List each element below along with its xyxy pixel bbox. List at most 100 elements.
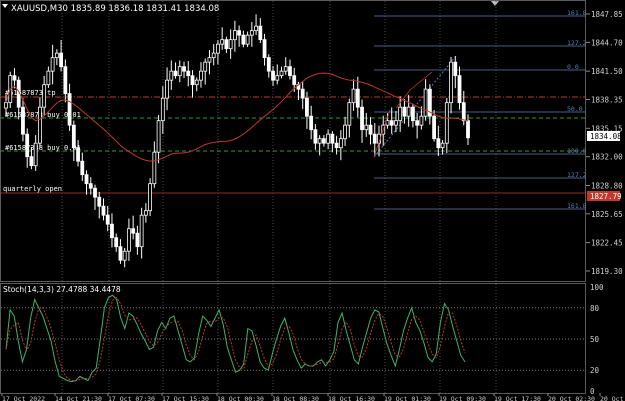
- bear-candle: [88, 183, 93, 189]
- main-chart-frame: [0, 0, 586, 282]
- time-label: 19 Oct 17:30: [494, 395, 541, 401]
- bear-candle: [118, 246, 123, 261]
- bear-candle: [29, 156, 34, 167]
- bull-candle: [423, 88, 428, 117]
- stoch-axis: 1008050200: [590, 283, 604, 396]
- bear-candle: [271, 70, 275, 81]
- bull-candle: [165, 79, 169, 99]
- bear-candle: [258, 25, 263, 41]
- bear-candle: [266, 57, 271, 72]
- bull-candle: [207, 57, 212, 63]
- candlestick-series: [4, 14, 470, 268]
- bull-candle: [199, 70, 203, 81]
- order-label: #61587873 tp: [5, 89, 56, 97]
- bear-candle: [288, 66, 292, 77]
- bull-candle: [148, 183, 153, 212]
- stoch-level-lines: [1, 307, 586, 371]
- bull-candle: [194, 79, 199, 86]
- bear-candle: [360, 106, 364, 131]
- time-label: 18 Oct 00:30: [217, 395, 264, 401]
- bear-candle: [241, 34, 246, 45]
- stoch-level-label: 80: [590, 304, 600, 313]
- bull-candle: [203, 61, 208, 72]
- bear-candle: [190, 75, 195, 86]
- bear-candle: [457, 75, 462, 104]
- fib-level-label: 161.8: [567, 9, 587, 17]
- bull-candle: [364, 124, 369, 131]
- bull-candle: [232, 30, 237, 41]
- bear-candle: [101, 205, 106, 216]
- chart-shift-marker-icon[interactable]: [491, 1, 499, 6]
- time-label: 20 Oct 02:30: [548, 395, 595, 401]
- bear-candle: [237, 30, 242, 36]
- price-label: 1847.85: [591, 10, 623, 19]
- bear-candle: [372, 133, 377, 144]
- time-label: 17 Oct 07:30: [108, 395, 155, 401]
- price-label: 1841.50: [591, 67, 623, 76]
- bear-candle: [368, 124, 373, 135]
- bull-candle: [127, 228, 131, 252]
- bull-candle: [220, 39, 225, 45]
- time-label: 18 Oct 16:30: [328, 395, 375, 401]
- bear-candle: [453, 61, 458, 77]
- bull-candle: [394, 120, 398, 126]
- bull-candle: [254, 25, 258, 32]
- bull-candle: [317, 138, 322, 144]
- bull-candle: [143, 210, 148, 216]
- bull-candle: [152, 151, 157, 185]
- time-label: 19 Oct 01:30: [384, 395, 431, 401]
- bull-candle: [46, 70, 51, 86]
- fib-level-label: 127.2: [567, 39, 587, 47]
- bear-candle: [186, 70, 191, 77]
- bull-candle: [275, 75, 280, 81]
- price-label: 1844.70: [591, 38, 623, 47]
- bull-candle: [351, 88, 356, 104]
- fib-level-label: 127.2: [567, 171, 587, 179]
- bear-candle: [63, 66, 68, 95]
- bull-candle: [54, 52, 59, 59]
- bear-candle: [25, 133, 30, 158]
- bull-candle: [249, 30, 254, 36]
- bull-candle: [326, 133, 331, 144]
- price-label: 1822.45: [591, 239, 623, 248]
- price-label: 1825.65: [591, 210, 623, 219]
- bear-candle: [93, 187, 97, 198]
- trend-line: [373, 109, 391, 158]
- bear-candle: [84, 174, 89, 185]
- bear-candle: [355, 88, 360, 108]
- bull-candle: [177, 66, 182, 77]
- time-label: 17 Oct 15:30: [162, 395, 209, 401]
- bull-candle: [347, 102, 352, 126]
- bull-candle: [216, 43, 220, 54]
- bull-candle: [38, 106, 42, 144]
- quarterly-open-label: quarterly open: [3, 185, 62, 193]
- bear-candle: [105, 214, 110, 225]
- bear-candle: [97, 196, 102, 207]
- trading-chart[interactable]: XAUUSD,M30 1835.89 1836.18 1831.41 1834.…: [0, 0, 625, 401]
- bear-candle: [461, 102, 466, 122]
- bear-candle: [313, 129, 318, 144]
- time-label: 19 Oct 09:30: [439, 395, 486, 401]
- bear-candle: [224, 39, 229, 50]
- bull-candle: [440, 142, 445, 149]
- marker-price-label: 1827.79: [590, 192, 622, 201]
- dropdown-triangle-icon[interactable]: [2, 4, 8, 8]
- bear-candle: [110, 223, 114, 239]
- current-price-tag: 1834.08: [587, 131, 622, 141]
- bull-candle: [33, 142, 38, 167]
- time-label: 14 Oct 21:30: [55, 395, 102, 401]
- bear-candle: [80, 160, 85, 176]
- order-label: #61587338 buy 0.01: [5, 144, 81, 152]
- bull-candle: [343, 124, 347, 140]
- fib-level-label: 50.0: [567, 105, 583, 113]
- grid: [61, 1, 497, 393]
- bull-candle: [419, 115, 424, 126]
- bull-candle: [279, 70, 284, 77]
- stoch-level-label: 100: [590, 283, 604, 292]
- bear-candle: [135, 232, 140, 248]
- bear-candle: [432, 115, 436, 140]
- bear-candle: [415, 120, 420, 126]
- bull-candle: [406, 106, 411, 117]
- bull-candle: [338, 138, 343, 149]
- marker-price-tag: 1827.79: [587, 191, 622, 201]
